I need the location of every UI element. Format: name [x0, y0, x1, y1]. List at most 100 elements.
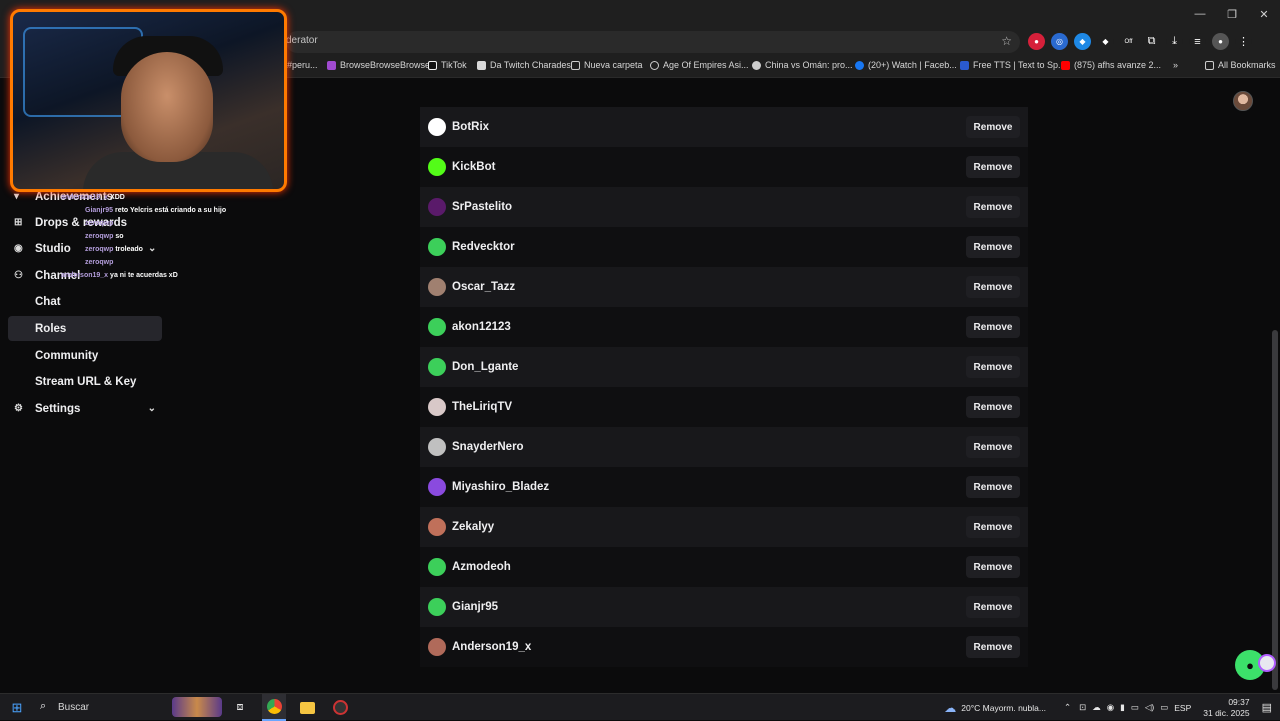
bookmarks-overflow-button[interactable]: »: [1173, 60, 1178, 70]
remove-button[interactable]: Remove: [966, 396, 1020, 418]
bookmark-label: (875) afhs avanze 2...: [1074, 60, 1162, 70]
remove-button[interactable]: Remove: [966, 276, 1020, 298]
network-icon[interactable]: ▭: [1131, 702, 1139, 713]
extension-off-icon[interactable]: Off: [1120, 33, 1137, 50]
bookmark-label: China vs Omán: pro...: [765, 60, 853, 70]
file-explorer-icon[interactable]: [298, 694, 316, 721]
bookmark-label: #peru...: [287, 60, 318, 70]
remove-button[interactable]: Remove: [966, 556, 1020, 578]
clock-time: 09:37: [1228, 696, 1250, 707]
tray-app-icon[interactable]: ⊡: [1079, 702, 1086, 713]
volume-icon[interactable]: ◁): [1145, 702, 1154, 713]
moderator-name: BotRix: [452, 121, 490, 133]
moderator-avatar: [428, 318, 446, 336]
media-icon[interactable]: ≡: [1189, 33, 1206, 50]
extension-blue-icon[interactable]: ◎: [1051, 33, 1068, 50]
page-scrollbar[interactable]: [1272, 330, 1278, 690]
sidebar-item-stream-key[interactable]: Stream URL & Key: [8, 369, 162, 394]
facebook-icon: [855, 60, 864, 70]
chat-text: ya ni te acuerdas xD: [110, 272, 178, 279]
search-icon: ⌕: [40, 700, 47, 712]
bookmark-item[interactable]: Free TTS | Text to Sp...: [960, 60, 1066, 70]
sidebar-item-label: Studio: [35, 242, 71, 255]
moderator-avatar: [428, 198, 446, 216]
chevron-down-icon: ⌄: [148, 243, 157, 254]
bookmark-item[interactable]: China vs Omán: pro...: [752, 60, 853, 70]
chat-message: anderson19_x XDD: [61, 194, 125, 201]
task-view-icon[interactable]: ⧈: [232, 694, 248, 721]
moderator-row: TheLiriqTV Remove: [420, 387, 1028, 427]
remove-button[interactable]: Remove: [966, 156, 1020, 178]
bookmark-item[interactable]: Age Of Empires Asi...: [650, 60, 749, 70]
remove-button[interactable]: Remove: [966, 516, 1020, 538]
sidebar-item-community[interactable]: Community: [8, 343, 162, 368]
weather-text[interactable]: 20°C Mayorm. nubla...: [961, 703, 1046, 713]
minimize-button[interactable]: —: [1184, 0, 1216, 28]
tray-app-icon[interactable]: ◉: [1107, 702, 1114, 713]
remove-button[interactable]: Remove: [966, 196, 1020, 218]
close-button[interactable]: ✕: [1248, 0, 1280, 28]
assistant-extension-button[interactable]: [1258, 654, 1276, 672]
moderator-name: SnayderNero: [452, 441, 524, 453]
taskbar-search[interactable]: ⌕ Buscar: [34, 694, 224, 721]
chrome-taskbar-icon[interactable]: [262, 694, 286, 721]
extension-red-icon[interactable]: ●: [1028, 33, 1045, 50]
bookmark-item[interactable]: TikTok: [428, 60, 467, 70]
moderator-name: Miyashiro_Bladez: [452, 481, 550, 493]
battery-icon[interactable]: ▭: [1160, 702, 1168, 713]
sidebar-item-roles[interactable]: Roles: [8, 316, 162, 341]
moderator-row: Gianjr95 Remove: [420, 587, 1028, 627]
bookmark-item[interactable]: (875) afhs avanze 2...: [1061, 60, 1161, 70]
chevron-down-icon: ⌄: [147, 403, 156, 414]
browser-menu-icon[interactable]: ⋮: [1235, 33, 1252, 50]
bookmark-item[interactable]: (20+) Watch | Faceb...: [855, 60, 957, 70]
remove-button[interactable]: Remove: [966, 116, 1020, 138]
remove-button[interactable]: Remove: [966, 236, 1020, 258]
bookmark-label: All Bookmarks: [1218, 60, 1276, 70]
bookmark-item[interactable]: #peru...: [287, 60, 318, 70]
clock[interactable]: 09:37 31 dic. 2025: [1203, 697, 1249, 719]
address-bar[interactable]: derator ☆: [286, 31, 1020, 53]
chat-text: XDD: [110, 194, 125, 201]
profile-avatar-icon[interactable]: ●: [1212, 33, 1229, 50]
remove-button[interactable]: Remove: [966, 636, 1020, 658]
bookmark-star-icon[interactable]: ☆: [1001, 34, 1012, 48]
remove-button[interactable]: Remove: [966, 436, 1020, 458]
bookmark-favicon-icon: [477, 60, 486, 70]
remove-button[interactable]: Remove: [966, 316, 1020, 338]
trophy-icon: ▾: [14, 191, 20, 202]
youtube-icon: [1061, 60, 1070, 70]
onedrive-icon[interactable]: ☁: [1092, 702, 1101, 713]
download-icon[interactable]: ⤓: [1166, 33, 1183, 50]
mic-icon[interactable]: ▮: [1120, 702, 1125, 713]
obs-taskbar-icon[interactable]: [331, 694, 349, 721]
all-bookmarks-button[interactable]: All Bookmarks: [1205, 60, 1276, 70]
user-avatar[interactable]: [1233, 91, 1253, 111]
bookmark-item[interactable]: BrowseBrowseBrowse: [327, 60, 430, 70]
extensions-puzzle-icon[interactable]: ⧉: [1143, 33, 1160, 50]
chevron-up-icon[interactable]: ⌃: [1064, 702, 1071, 713]
remove-button[interactable]: Remove: [966, 476, 1020, 498]
moderator-name: TheLiriqTV: [452, 401, 513, 413]
gear-icon: ⚙: [14, 403, 23, 414]
restore-button[interactable]: ❐: [1216, 0, 1248, 28]
bookmark-label: Free TTS | Text to Sp...: [973, 60, 1066, 70]
studio-icon: ◉: [14, 243, 23, 254]
extension-diamond-icon[interactable]: ◆: [1097, 33, 1114, 50]
moderator-name: Redvecktor: [452, 241, 515, 253]
extension-shield-icon[interactable]: ◆: [1074, 33, 1091, 50]
remove-button[interactable]: Remove: [966, 356, 1020, 378]
windows-start-icon[interactable]: ⊞: [8, 694, 26, 721]
remove-button[interactable]: Remove: [966, 596, 1020, 618]
bookmark-label: BrowseBrowseBrowse: [340, 60, 431, 70]
sidebar-item-label: Roles: [35, 322, 67, 335]
bookmark-item[interactable]: Da Twitch Charades: [477, 60, 571, 70]
sidebar-item-settings[interactable]: ⚙ Settings ⌄: [8, 396, 162, 421]
sidebar-item-chat[interactable]: Chat: [8, 289, 162, 314]
notifications-icon[interactable]: ▤: [1262, 701, 1272, 714]
moderator-avatar: [428, 638, 446, 656]
bookmark-label: Age Of Empires Asi...: [663, 60, 749, 70]
moderator-avatar: [428, 358, 446, 376]
language-indicator[interactable]: ESP: [1174, 703, 1191, 713]
bookmark-item[interactable]: Nueva carpeta: [571, 60, 643, 70]
